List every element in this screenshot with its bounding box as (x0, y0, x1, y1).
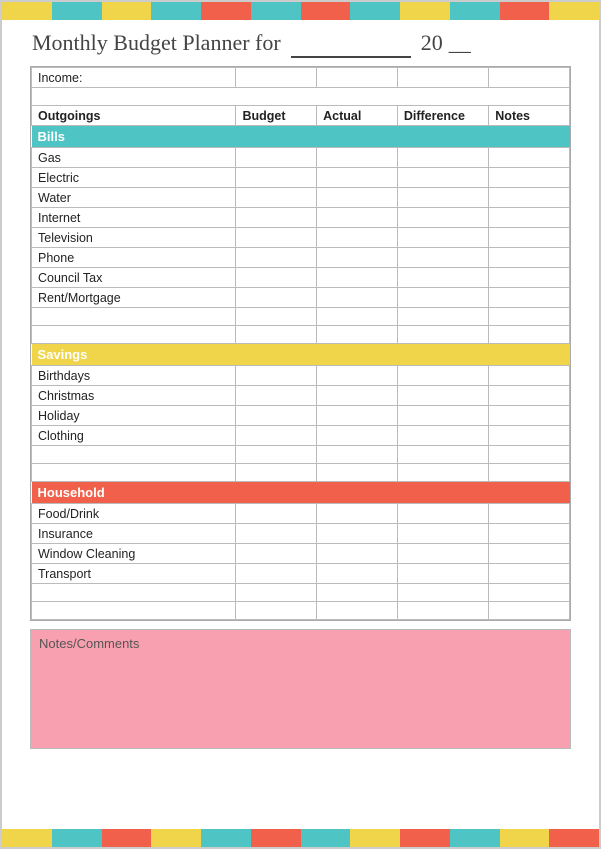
table-row: Rent/Mortgage (32, 288, 570, 308)
spacer-row (32, 584, 570, 602)
page: Monthly Budget Planner for 20__ Income: (0, 0, 601, 849)
bar-segment (400, 829, 450, 847)
savings-section-header: Savings (32, 344, 570, 366)
bar-segment (102, 2, 152, 20)
bills-label: Bills (32, 126, 570, 148)
bar-segment (549, 829, 599, 847)
column-headers: Outgoings Budget Actual Difference Notes (32, 106, 570, 126)
table-row: Clothing (32, 426, 570, 446)
savings-label: Savings (32, 344, 570, 366)
bar-segment (450, 829, 500, 847)
table-row: Transport (32, 564, 570, 584)
table-row: Phone (32, 248, 570, 268)
title-text: Monthly Budget Planner for (32, 30, 281, 56)
bar-segment (251, 829, 301, 847)
table-wrapper: Income: Outgoings Budget Actual Differen… (30, 66, 571, 621)
table-row: Food/Drink (32, 504, 570, 524)
spacer-row (32, 602, 570, 620)
table-row: Electric (32, 168, 570, 188)
notes-label: Notes/Comments (39, 636, 562, 651)
bar-segment (151, 2, 201, 20)
table-row: Council Tax (32, 268, 570, 288)
bar-segment (52, 829, 102, 847)
spacer-row (32, 308, 570, 326)
title-year: 20 (421, 30, 443, 56)
top-bar (2, 2, 599, 20)
bar-segment (500, 2, 550, 20)
header-budget: Budget (236, 106, 317, 126)
bar-segment (201, 2, 251, 20)
bar-segment (400, 2, 450, 20)
spacer-row (32, 326, 570, 344)
bar-segment (301, 829, 351, 847)
header-outgoings: Outgoings (32, 106, 236, 126)
table-row: Holiday (32, 406, 570, 426)
table-row: Television (32, 228, 570, 248)
title-underline (291, 30, 411, 58)
bar-segment (350, 2, 400, 20)
table-row: Window Cleaning (32, 544, 570, 564)
bar-segment (549, 2, 599, 20)
header-difference: Difference (397, 106, 488, 126)
bar-segment (102, 829, 152, 847)
income-row: Income: (32, 68, 570, 88)
budget-table: Income: Outgoings Budget Actual Differen… (31, 67, 570, 620)
notes-section: Notes/Comments (30, 629, 571, 749)
table-row: Birthdays (32, 366, 570, 386)
spacer-row (32, 464, 570, 482)
table-row: Internet (32, 208, 570, 228)
table-row: Insurance (32, 524, 570, 544)
household-label: Household (32, 482, 570, 504)
spacer-row (32, 88, 570, 106)
table-row: Gas (32, 148, 570, 168)
bar-segment (201, 829, 251, 847)
income-label: Income: (32, 68, 236, 88)
header-notes: Notes (489, 106, 570, 126)
table-row: Christmas (32, 386, 570, 406)
title-area: Monthly Budget Planner for 20__ (2, 20, 599, 66)
bar-segment (350, 829, 400, 847)
bar-segment (251, 2, 301, 20)
bar-segment (301, 2, 351, 20)
bar-segment (151, 829, 201, 847)
bar-segment (2, 829, 52, 847)
table-row: Water (32, 188, 570, 208)
bottom-bar (2, 829, 599, 847)
bar-segment (52, 2, 102, 20)
bar-segment (450, 2, 500, 20)
bar-segment (500, 829, 550, 847)
bar-segment (2, 2, 52, 20)
spacer-row (32, 446, 570, 464)
bills-section-header: Bills (32, 126, 570, 148)
header-actual: Actual (317, 106, 398, 126)
household-section-header: Household (32, 482, 570, 504)
